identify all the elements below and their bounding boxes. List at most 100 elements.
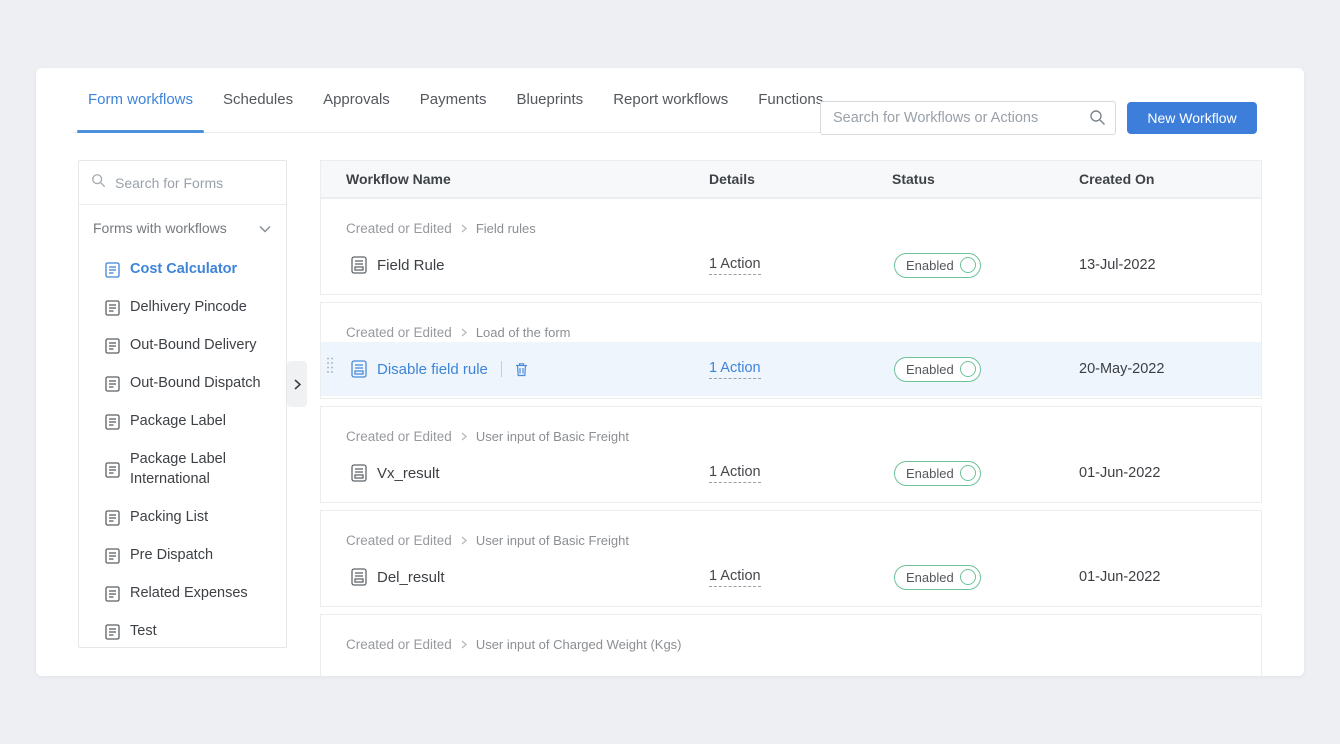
sidebar-item-label: Packing List	[130, 508, 208, 528]
group-trigger: Created or Edited	[346, 533, 452, 548]
sidebar-item-package-label[interactable]: Package Label	[79, 403, 286, 441]
sidebar-item-related-expenses[interactable]: Related Expenses	[79, 575, 286, 613]
sidebar-item-label: Pre Dispatch	[130, 546, 213, 566]
group-trigger: Created or Edited	[346, 221, 452, 236]
form-icon	[105, 338, 120, 354]
sidebar-item-packing-list[interactable]: Packing List	[79, 499, 286, 537]
sidebar-item-out-bound-delivery[interactable]: Out-Bound Delivery	[79, 327, 286, 365]
tab-blueprints[interactable]: Blueprints	[501, 68, 598, 132]
toggle-knob-icon	[960, 569, 976, 585]
search-icon	[1089, 109, 1106, 131]
group-header: Created or Edited User input of Basic Fr…	[321, 511, 1261, 548]
group-trigger: Created or Edited	[346, 637, 452, 652]
status-label: Enabled	[906, 258, 954, 273]
forms-list: Cost Calculator Delhivery Pincode Out-Bo…	[79, 251, 286, 648]
tab-schedules[interactable]: Schedules	[208, 68, 308, 132]
workflows-panel: Form workflows Schedules Approvals Payme…	[36, 68, 1304, 676]
workflow-row[interactable]: Vx_result 1 Action Enabled 01-Jun-2022	[321, 446, 1261, 500]
sidebar-item-label: Delhivery Pincode	[130, 298, 247, 318]
form-icon	[105, 510, 120, 526]
tab-approvals[interactable]: Approvals	[308, 68, 405, 132]
form-icon	[105, 300, 120, 316]
workflows-search-input[interactable]	[820, 101, 1116, 135]
group-trigger: Created or Edited	[346, 325, 452, 340]
action-count-link[interactable]: 1 Action	[709, 568, 761, 587]
status-toggle[interactable]: Enabled	[894, 253, 981, 278]
drag-dots-icon	[326, 357, 334, 377]
sidebar-item-label: Cost Calculator	[130, 260, 237, 280]
form-icon	[105, 586, 120, 602]
toggle-knob-icon	[960, 465, 976, 481]
workflow-name: Vx_result	[377, 465, 440, 482]
column-header-workflow-name: Workflow Name	[321, 171, 709, 187]
forms-filter-label: Forms with workflows	[93, 220, 227, 236]
workflows-search	[820, 101, 1116, 135]
tab-payments[interactable]: Payments	[405, 68, 502, 132]
workflow-name[interactable]: Disable field rule	[377, 361, 488, 378]
form-icon	[351, 256, 367, 274]
workflow-name: Del_result	[377, 569, 445, 586]
workflow-group: Created or Edited User input of Charged …	[320, 614, 1262, 676]
breadcrumb-chevron-icon	[461, 432, 467, 441]
group-condition: Field rules	[476, 221, 536, 236]
tab-form-workflows[interactable]: Form workflows	[73, 68, 208, 132]
breadcrumb-chevron-icon	[461, 328, 467, 337]
workflow-row[interactable]: Field Rule 1 Action Enabled 13-Jul-2022	[321, 238, 1261, 292]
sidebar-item-package-label-international[interactable]: Package Label International	[79, 441, 286, 499]
group-header: Created or Edited User input of Charged …	[321, 615, 1261, 652]
sidebar-item-test[interactable]: Test	[79, 613, 286, 648]
group-trigger: Created or Edited	[346, 429, 452, 444]
form-icon	[105, 376, 120, 392]
sidebar-item-label: Package Label	[130, 412, 226, 432]
sidebar-item-cost-calculator[interactable]: Cost Calculator	[79, 251, 286, 289]
created-date: 20-May-2022	[1079, 361, 1261, 377]
form-icon	[105, 262, 120, 278]
forms-filter-dropdown[interactable]: Forms with workflows	[79, 205, 286, 251]
chevron-down-icon	[259, 220, 271, 236]
drag-handle[interactable]	[326, 357, 334, 382]
workflow-name: Field Rule	[377, 257, 445, 274]
toggle-knob-icon	[960, 361, 976, 377]
group-condition: Load of the form	[476, 325, 571, 340]
column-header-created-on: Created On	[1079, 171, 1261, 187]
status-toggle[interactable]: Enabled	[894, 461, 981, 486]
created-date: 01-Jun-2022	[1079, 465, 1261, 481]
form-icon	[351, 568, 367, 586]
sidebar-item-pre-dispatch[interactable]: Pre Dispatch	[79, 537, 286, 575]
breadcrumb-chevron-icon	[461, 640, 467, 649]
status-label: Enabled	[906, 466, 954, 481]
trash-icon[interactable]	[515, 362, 528, 377]
action-count-link[interactable]: 1 Action	[709, 256, 761, 275]
form-icon	[105, 624, 120, 640]
status-toggle[interactable]: Enabled	[894, 565, 981, 590]
form-icon	[351, 464, 367, 482]
breadcrumb-chevron-icon	[461, 536, 467, 545]
sidebar-item-out-bound-dispatch[interactable]: Out-Bound Dispatch	[79, 365, 286, 403]
form-icon	[105, 414, 120, 430]
form-icon	[351, 360, 367, 378]
sidebar-item-label: Out-Bound Delivery	[130, 336, 257, 356]
sidebar-item-label: Test	[130, 622, 157, 642]
divider	[501, 361, 502, 377]
form-icon	[105, 462, 120, 478]
workflow-group: Created or Edited User input of Basic Fr…	[320, 510, 1262, 607]
workflow-row-selected[interactable]: Disable field rule 1 Action	[321, 342, 1261, 396]
new-workflow-button[interactable]: New Workflow	[1127, 102, 1257, 134]
status-toggle[interactable]: Enabled	[894, 357, 981, 382]
workflow-row[interactable]: Del_result 1 Action Enabled 01-Jun-2022	[321, 550, 1261, 604]
forms-search-input[interactable]	[115, 175, 274, 191]
sidebar-item-delhivery-pincode[interactable]: Delhivery Pincode	[79, 289, 286, 327]
sidebar-item-label: Package Label International	[130, 450, 276, 489]
action-count-link[interactable]: 1 Action	[709, 360, 761, 379]
workflow-group: Created or Edited User input of Basic Fr…	[320, 406, 1262, 503]
action-count-link[interactable]: 1 Action	[709, 464, 761, 483]
tab-report-workflows[interactable]: Report workflows	[598, 68, 743, 132]
workflow-tabs: Form workflows Schedules Approvals Payme…	[73, 68, 846, 133]
sidebar-collapse-handle[interactable]	[287, 361, 307, 407]
workflow-group: Created or Edited Field rules Field Rule…	[320, 198, 1262, 295]
column-header-status: Status	[892, 171, 1079, 187]
forms-sidebar: Forms with workflows Cost Calculator Del…	[78, 160, 287, 648]
group-condition: User input of Basic Freight	[476, 533, 629, 548]
form-icon	[105, 548, 120, 564]
created-date: 13-Jul-2022	[1079, 257, 1261, 273]
